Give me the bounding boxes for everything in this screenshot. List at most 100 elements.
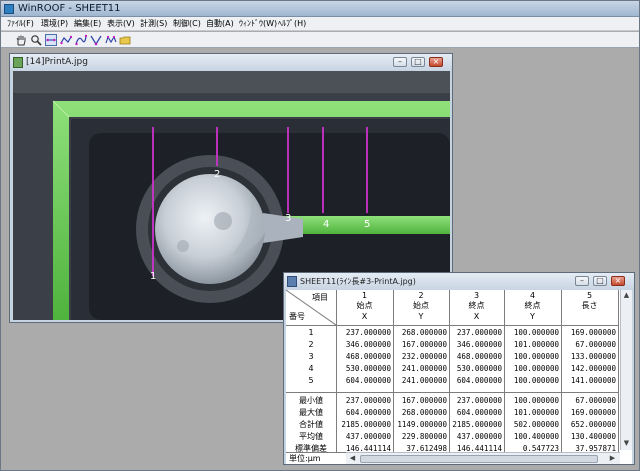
horizontal-scrollbar[interactable]: ◀ ▶ <box>346 452 620 464</box>
unit-label: 単位:μm <box>286 452 346 464</box>
table-cell: 604.000000 <box>345 376 391 385</box>
curve-icon[interactable] <box>75 34 87 46</box>
grid-line <box>504 290 505 452</box>
minimize-button[interactable]: – <box>575 276 589 286</box>
menu-window[interactable]: ｳｨﾝﾄﾞｳ(W) <box>237 18 279 30</box>
stat-cell: 237.000000 <box>456 396 502 405</box>
menu-environment[interactable]: 環境(P) <box>39 18 70 30</box>
menu-view[interactable]: 表示(V) <box>105 18 137 30</box>
zoom-icon[interactable] <box>30 34 42 46</box>
stat-cell: 167.000000 <box>401 396 447 405</box>
menu-measure[interactable]: 計測(S) <box>138 18 169 30</box>
table-cell: 237.000000 <box>456 328 502 337</box>
grid-line <box>561 290 562 452</box>
stat-cell: 604.000000 <box>456 408 502 417</box>
app-title: WinROOF - SHEET11 <box>18 3 121 14</box>
grid-line <box>449 290 450 452</box>
menu-edit[interactable]: 編集(E) <box>72 18 103 30</box>
stat-label: 平均値 <box>299 432 323 441</box>
sheet-window-title-bar[interactable]: SHEET11(ﾗｲﾝ長#3-PrintA.jpg) – □ × <box>284 273 634 290</box>
marker-label: 3 <box>285 213 291 224</box>
close-button[interactable]: × <box>429 57 443 67</box>
polyline-icon[interactable] <box>60 34 72 46</box>
measurement-table: 項目 番号 1 始点 X 2 始点 Y 3 終点 X 4 終点 Y 5 長さ 1 237.000000 268… <box>286 290 632 464</box>
table-cell: 101.000000 <box>513 340 559 349</box>
scroll-up-icon[interactable]: ▲ <box>621 290 632 301</box>
row-number: 3 <box>308 352 314 361</box>
table-cell: 530.000000 <box>456 364 502 373</box>
table-cell: 604.000000 <box>456 376 502 385</box>
table-cell: 167.000000 <box>401 340 447 349</box>
stat-cell: 130.400000 <box>570 432 616 441</box>
table-cell: 530.000000 <box>345 364 391 373</box>
minimize-button[interactable]: – <box>393 57 407 67</box>
close-button[interactable]: × <box>611 276 625 286</box>
table-cell: 468.000000 <box>456 352 502 361</box>
column-name: 長さ <box>581 301 598 310</box>
row-number: 1 <box>308 328 314 337</box>
scroll-right-icon[interactable]: ▶ <box>607 453 618 464</box>
app-window: WinROOF - SHEET11 ﾌｧｲﾙ(F) 環境(P) 編集(E) 表示… <box>0 0 640 471</box>
vertical-scrollbar[interactable]: ▲ ▼ <box>620 290 632 450</box>
corner-number-label: 番号 <box>289 312 305 321</box>
stat-cell: 502.000000 <box>513 420 559 429</box>
line-length-icon[interactable] <box>45 34 57 46</box>
folder-icon[interactable] <box>119 34 131 46</box>
table-cell: 133.000000 <box>570 352 616 361</box>
grid-line <box>286 325 618 326</box>
menu-bar: ﾌｧｲﾙ(F) 環境(P) 編集(E) 表示(V) 計測(S) 制御(C) 自動… <box>1 17 639 31</box>
grid-line <box>336 290 337 452</box>
sheet-window: SHEET11(ﾗｲﾝ長#3-PrintA.jpg) – □ × 項目 番号 1… <box>283 272 635 465</box>
column-name: 始点 <box>356 301 373 310</box>
stat-cell: 100.000000 <box>513 396 559 405</box>
table-cell: 241.000000 <box>401 376 447 385</box>
scroll-down-icon[interactable]: ▼ <box>621 438 632 449</box>
row-number: 2 <box>308 340 314 349</box>
grid-line <box>618 290 619 452</box>
table-cell: 241.000000 <box>401 364 447 373</box>
marker-label: 2 <box>214 169 220 180</box>
sheet-window-title: SHEET11(ﾗｲﾝ長#3-PrintA.jpg) <box>300 277 416 286</box>
stat-cell: 100.400000 <box>513 432 559 441</box>
table-cell: 268.000000 <box>401 328 447 337</box>
stat-cell: 2185.000000 <box>452 420 502 429</box>
stat-cell: 237.000000 <box>345 396 391 405</box>
menu-file[interactable]: ﾌｧｲﾙ(F) <box>5 18 36 30</box>
sheet-icon <box>287 276 297 287</box>
stat-cell: 268.000000 <box>401 408 447 417</box>
table-cell: 232.000000 <box>401 352 447 361</box>
app-logo-icon <box>4 4 14 14</box>
table-cell: 346.000000 <box>456 340 502 349</box>
table-cell: 67.000000 <box>575 340 616 349</box>
row-number: 4 <box>308 364 314 373</box>
hand-icon[interactable] <box>15 34 27 46</box>
stat-cell: 1149.000000 <box>397 420 447 429</box>
stat-cell: 101.000000 <box>513 408 559 417</box>
scroll-thumb[interactable] <box>360 455 598 463</box>
marker-label: 1 <box>150 271 156 282</box>
column-name: 終点 <box>524 301 541 310</box>
menu-help[interactable]: ﾍﾙﾌﾟ(H) <box>276 18 308 30</box>
image-file-icon <box>13 57 23 68</box>
grid-line <box>286 392 618 393</box>
menu-control[interactable]: 制御(C) <box>171 18 203 30</box>
multi-point-icon[interactable] <box>105 34 117 46</box>
maximize-button[interactable]: □ <box>593 276 607 286</box>
maximize-icon: □ <box>596 276 604 285</box>
angle-icon[interactable] <box>90 34 102 46</box>
scroll-left-icon[interactable]: ◀ <box>347 453 358 464</box>
table-cell: 237.000000 <box>345 328 391 337</box>
app-title-bar[interactable]: WinROOF - SHEET11 <box>1 1 639 17</box>
column-sub: X <box>473 312 480 321</box>
maximize-button[interactable]: □ <box>411 57 425 67</box>
table-cell: 468.000000 <box>345 352 391 361</box>
image-window-title-bar[interactable]: [14]PrintA.jpg – □ × <box>10 54 452 71</box>
table-cell: 346.000000 <box>345 340 391 349</box>
column-sub: X <box>361 312 368 321</box>
stat-label: 最大値 <box>299 408 323 417</box>
menu-auto[interactable]: 自動(A) <box>204 18 236 30</box>
table-cell: 169.000000 <box>570 328 616 337</box>
stat-cell: 652.000000 <box>570 420 616 429</box>
stat-cell: 437.000000 <box>456 432 502 441</box>
maximize-icon: □ <box>414 57 422 66</box>
